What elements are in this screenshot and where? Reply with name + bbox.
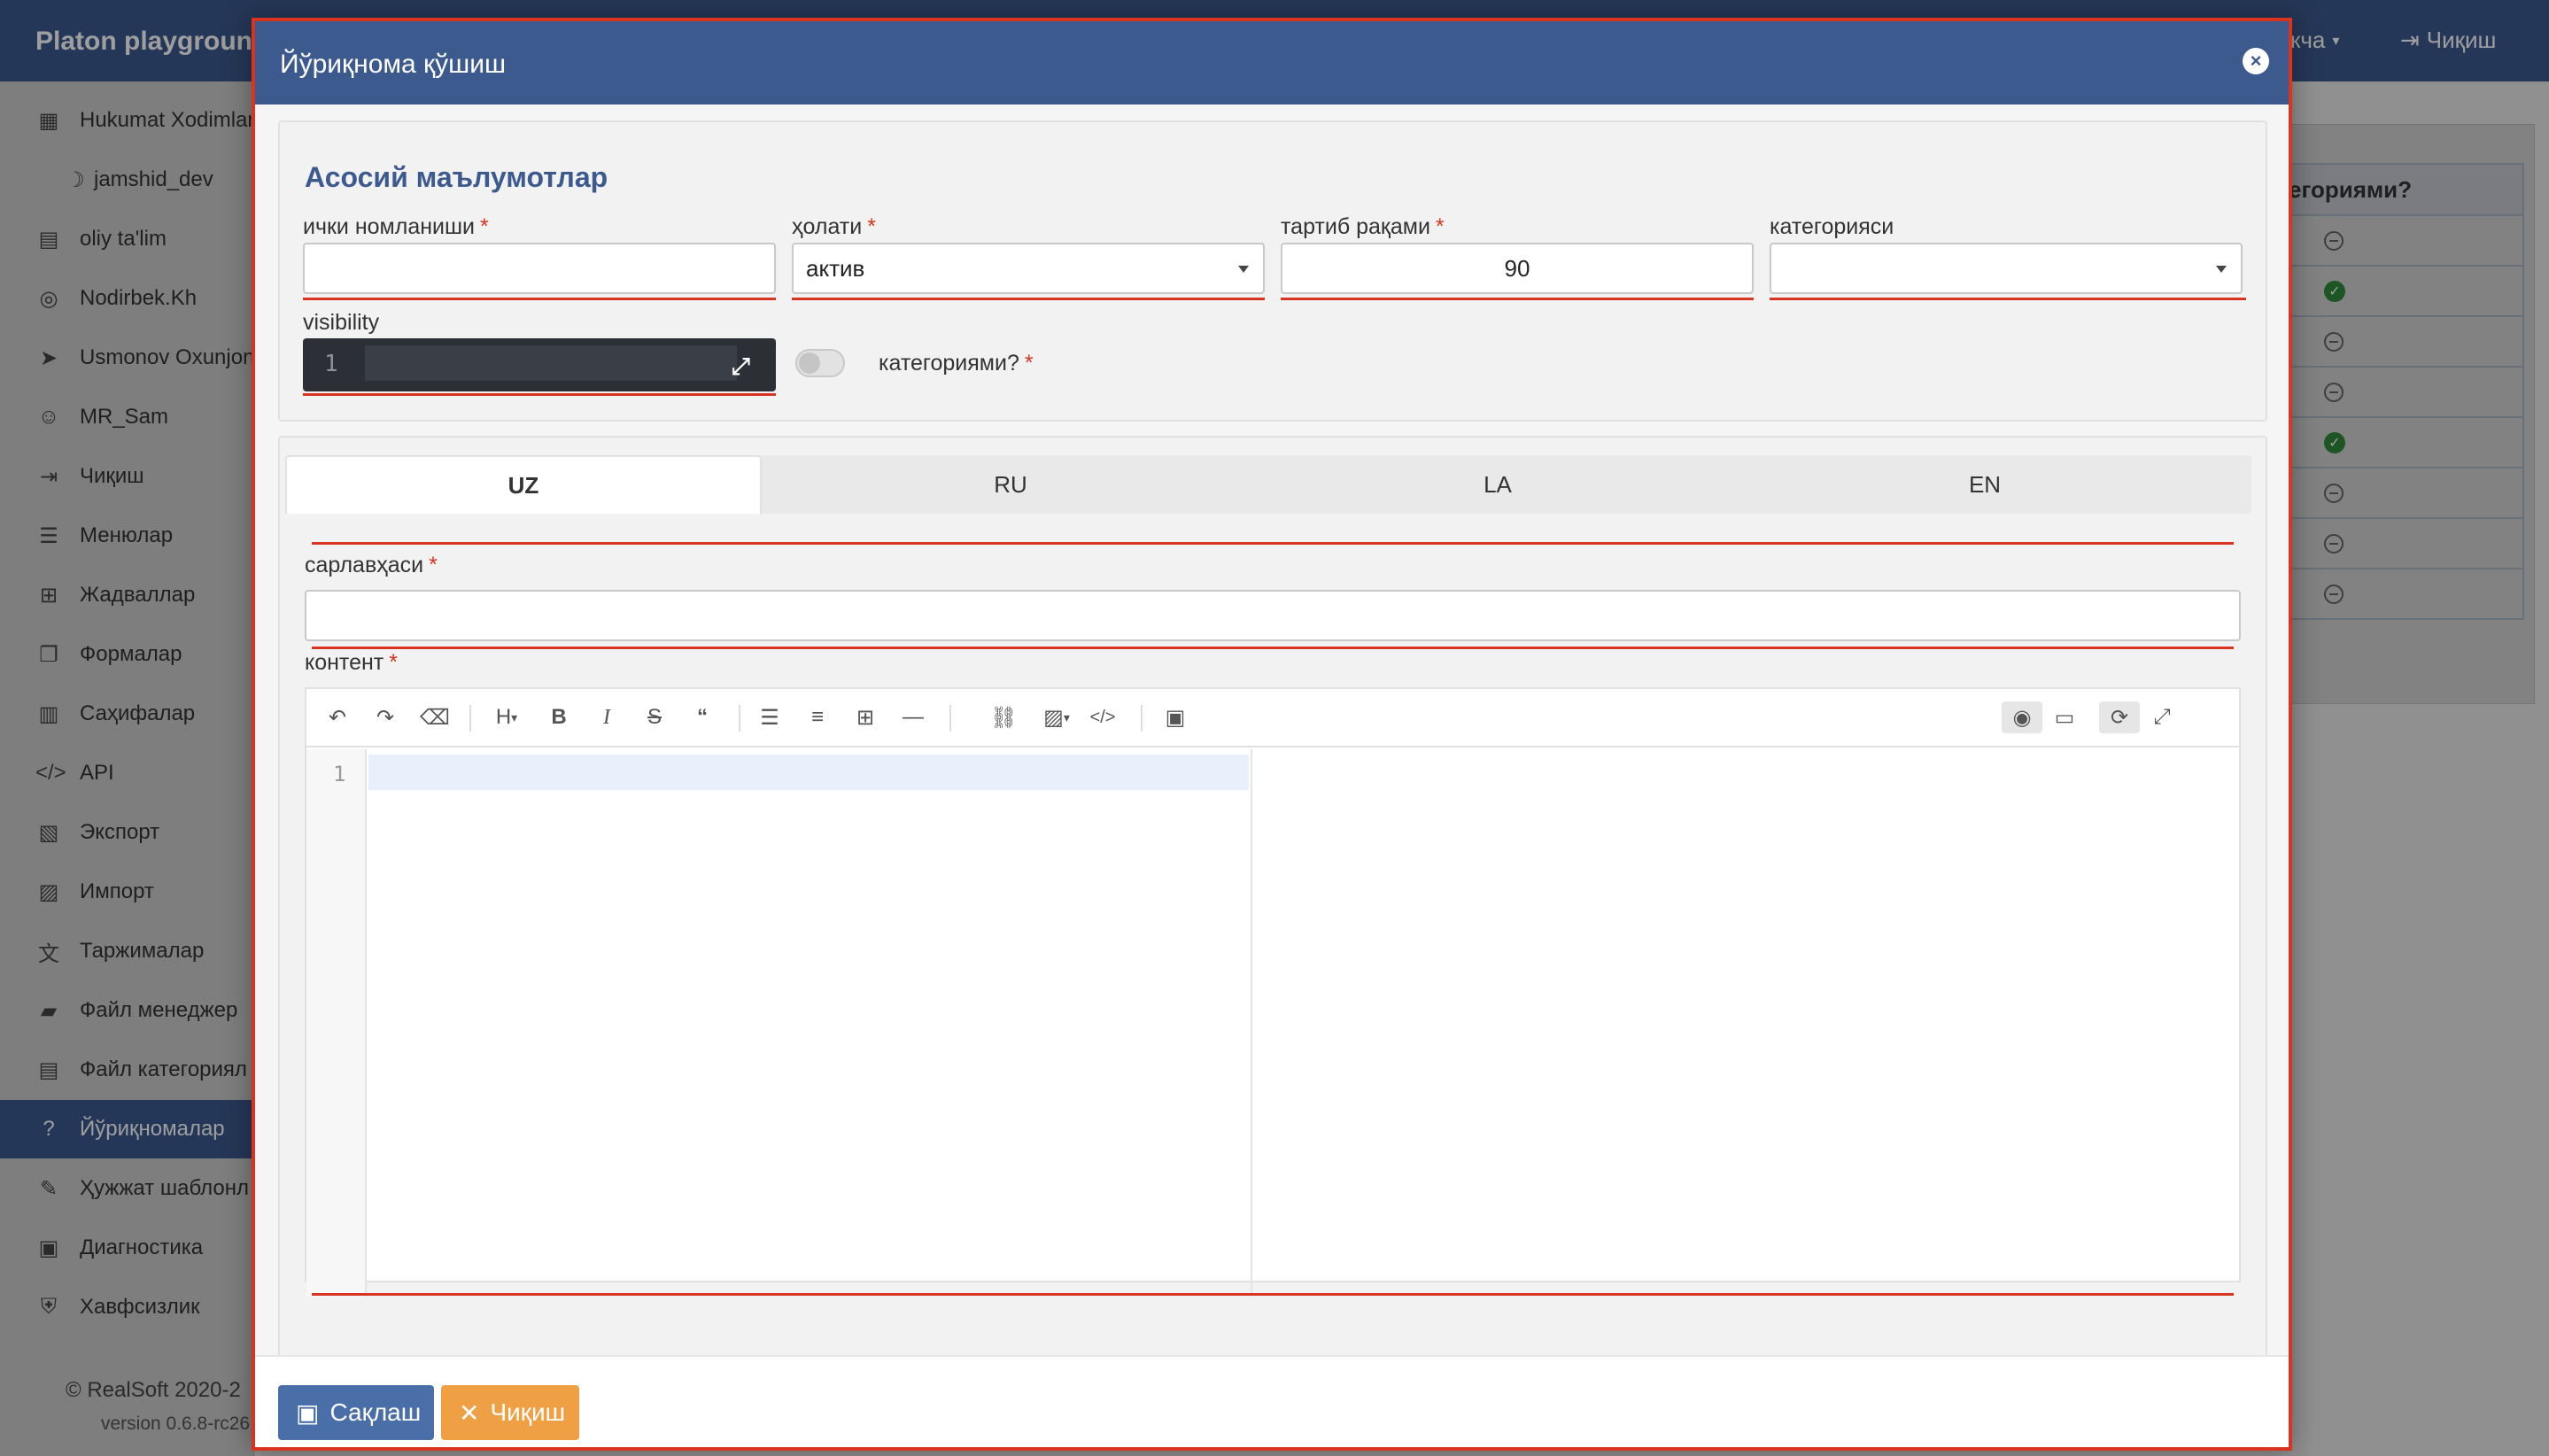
toolbar-separator xyxy=(1141,705,1143,732)
line-number: 1 xyxy=(333,762,346,786)
language-tabs: UZ RU LA EN xyxy=(285,455,2251,514)
internal-name-input[interactable] xyxy=(303,243,776,294)
editor-gutter: 1 xyxy=(306,749,367,1297)
expand-icon[interactable]: ⤢ xyxy=(732,352,750,381)
required-marker: * xyxy=(1024,351,1034,376)
eraser-icon[interactable]: ⌫ xyxy=(420,701,450,733)
label-text: контент xyxy=(305,650,384,675)
field-highlight xyxy=(1281,298,1754,300)
order-input[interactable]: 90 xyxy=(1281,243,1754,294)
status-select[interactable]: актив xyxy=(792,243,1265,294)
content-label: контент * xyxy=(305,650,398,676)
section-title: Асосий маълумотлар xyxy=(305,161,608,193)
redo-icon[interactable]: ↷ xyxy=(372,701,399,733)
categories-toggle[interactable] xyxy=(795,349,845,377)
field-highlight xyxy=(303,298,776,300)
label-text: категориями? xyxy=(879,351,1019,376)
heading-label: H xyxy=(495,705,512,729)
editor-active-line[interactable] xyxy=(368,755,1249,790)
image-dropdown[interactable]: ▨ ▾ xyxy=(1034,701,1079,733)
toolbar-separator xyxy=(739,705,740,732)
modal-header: Йўриқнома қўшиш × xyxy=(255,21,2289,105)
ordered-list-icon[interactable]: ≡ xyxy=(804,701,831,733)
categories-toggle-label: категориями? * xyxy=(879,351,1034,376)
label-text: ички номланиши xyxy=(303,214,476,239)
required-marker: * xyxy=(1435,214,1445,239)
field-highlight xyxy=(1770,298,2246,300)
modal-footer: ▣ Сақлаш ✕ Чиқиш xyxy=(255,1355,2289,1447)
floppy-icon: ▣ xyxy=(296,1398,320,1427)
horizontal-rule-icon[interactable]: — xyxy=(900,701,926,733)
main-info-panel: Асосий маълумотлар ички номланиши * ҳолат… xyxy=(278,120,2267,422)
order-label: тартиб рақами * xyxy=(1281,214,1445,240)
caret-down-icon: ▾ xyxy=(1063,709,1070,724)
editor-preview-divider xyxy=(1251,749,1252,1297)
status-label: ҳолати * xyxy=(792,214,876,240)
close-icon[interactable]: × xyxy=(2243,48,2269,74)
visibility-code-editor[interactable]: 1 ⤢ xyxy=(303,338,776,391)
label-text: сарлавҳаси xyxy=(305,553,424,577)
add-instruction-modal: Йўриқнома қўшиш × Асосий маълумотлар ичк… xyxy=(252,18,2292,1451)
order-value: 90 xyxy=(1504,254,1530,282)
editor-highlight xyxy=(312,1293,2234,1296)
caret-down-icon: ▾ xyxy=(511,709,518,724)
side-by-side-icon[interactable]: ▭ xyxy=(2051,701,2078,733)
field-highlight xyxy=(303,393,776,396)
label-text: ҳолати xyxy=(792,214,863,239)
exit-button[interactable]: ✕ Чиқиш xyxy=(441,1385,579,1440)
editor-toolbar: ↶ ↷ ⌫ H ▾ B I S “ ☰ ≡ ⊞ — ⛓ ▨ ▾ </> ▣ ◉ … xyxy=(306,689,2239,747)
quote-icon[interactable]: “ xyxy=(689,701,716,733)
save-icon[interactable]: ▣ xyxy=(1162,701,1189,733)
field-highlight xyxy=(312,647,2234,649)
toolbar-separator xyxy=(949,705,951,732)
internal-name-label: ички номланиши * xyxy=(303,214,489,240)
category-label: категорияси xyxy=(1770,214,1894,239)
tab-ru[interactable]: RU xyxy=(772,455,1249,514)
undo-icon[interactable]: ↶ xyxy=(324,701,351,733)
language-panel: UZ RU LA EN сарлавҳаси * контент * ↶ ↷ ⌫ H… xyxy=(278,436,2267,1369)
close-icon: ✕ xyxy=(459,1398,480,1427)
tab-la[interactable]: LA xyxy=(1259,455,1736,514)
preview-icon[interactable]: ◉ xyxy=(2002,701,2042,733)
link-icon[interactable]: ⛓ xyxy=(990,701,1017,733)
markdown-editor: ↶ ↷ ⌫ H ▾ B I S “ ☰ ≡ ⊞ — ⛓ ▨ ▾ </> ▣ ◉ … xyxy=(305,687,2241,1297)
exit-label: Чиқиш xyxy=(490,1398,566,1426)
bold-icon[interactable]: B xyxy=(546,701,572,733)
required-marker: * xyxy=(389,650,398,675)
fullscreen-icon[interactable]: ⤢ xyxy=(2149,701,2175,733)
code-line[interactable] xyxy=(365,345,737,381)
save-button[interactable]: ▣ Сақлаш xyxy=(278,1385,434,1440)
italic-icon[interactable]: I xyxy=(593,701,620,733)
label-text: тартиб рақами xyxy=(1281,214,1430,239)
strikethrough-icon[interactable]: S xyxy=(641,701,668,733)
save-label: Сақлаш xyxy=(329,1398,422,1426)
status-value: актив xyxy=(806,254,865,282)
field-highlight xyxy=(792,298,1265,300)
caret-down-icon xyxy=(1238,266,1249,273)
sync-scroll-icon[interactable]: ⟳ xyxy=(2099,701,2140,733)
tab-uz[interactable]: UZ xyxy=(285,455,762,514)
line-number: 1 xyxy=(324,351,338,377)
image-icon: ▨ xyxy=(1043,705,1064,730)
heading-dropdown[interactable]: H ▾ xyxy=(487,701,526,733)
required-marker: * xyxy=(480,214,489,239)
tabs-highlight xyxy=(312,542,2234,545)
toggle-knob xyxy=(799,352,820,374)
tab-en[interactable]: EN xyxy=(1747,455,2223,514)
modal-title: Йўриқнома қўшиш xyxy=(280,50,507,79)
required-marker: * xyxy=(867,214,876,239)
toolbar-separator xyxy=(469,705,471,732)
title-label: сарлавҳаси * xyxy=(305,553,438,578)
table-icon[interactable]: ⊞ xyxy=(852,701,879,733)
category-select[interactable] xyxy=(1770,243,2243,294)
caret-down-icon xyxy=(2216,266,2227,273)
code-icon[interactable]: </> xyxy=(1089,701,1116,733)
bullet-list-icon[interactable]: ☰ xyxy=(756,701,783,733)
visibility-label: visibility xyxy=(303,310,380,335)
required-marker: * xyxy=(429,553,438,577)
title-input[interactable] xyxy=(305,590,2241,641)
